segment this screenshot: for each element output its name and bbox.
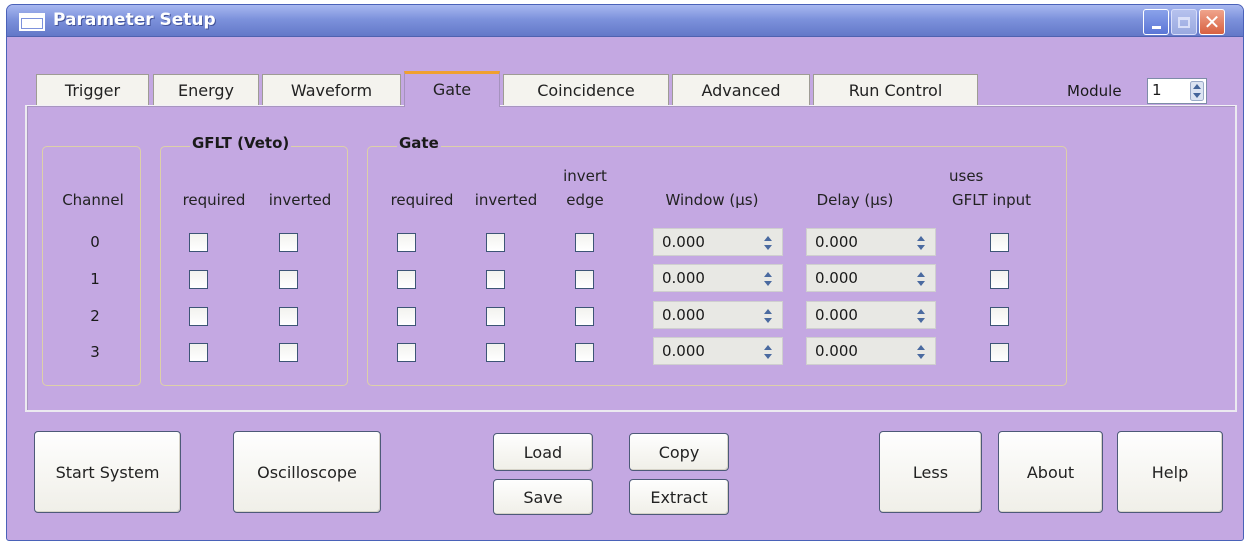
delay-spinner[interactable]: 0.000 <box>806 337 936 365</box>
gflt-inverted-checkbox[interactable] <box>279 343 298 362</box>
gflt-inverted-header: inverted <box>268 191 332 209</box>
module-label: Module <box>1067 82 1122 100</box>
uses-gflt-header-line2: GFLT input <box>952 191 1032 209</box>
gflt-inverted-checkbox[interactable] <box>279 233 298 252</box>
spinner-arrows-icon[interactable] <box>1190 81 1204 101</box>
window-value[interactable]: 0.000 <box>662 306 705 324</box>
gflt-required-checkbox[interactable] <box>189 270 208 289</box>
gate-required-header: required <box>390 191 454 209</box>
window-spinner[interactable]: 0.000 <box>653 301 783 329</box>
tab-gate[interactable]: Gate <box>404 71 500 107</box>
uses-gflt-input-checkbox[interactable] <box>990 270 1009 289</box>
oscilloscope-button[interactable]: Oscilloscope <box>233 431 381 513</box>
maximize-button <box>1171 9 1197 35</box>
gflt-inverted-checkbox[interactable] <box>279 270 298 289</box>
gate-inverted-checkbox[interactable] <box>486 343 505 362</box>
module-value[interactable]: 1 <box>1152 81 1162 99</box>
title-bar[interactable]: Parameter Setup ✕ <box>7 5 1243 37</box>
spinner-arrows-icon[interactable] <box>915 342 927 362</box>
window-spinner[interactable]: 0.000 <box>653 264 783 292</box>
gate-inverted-checkbox[interactable] <box>486 270 505 289</box>
spinner-arrows-icon[interactable] <box>762 306 774 326</box>
gate-required-checkbox[interactable] <box>397 270 416 289</box>
tab-advanced[interactable]: Advanced <box>672 74 810 106</box>
uses-gflt-input-checkbox[interactable] <box>990 343 1009 362</box>
uses-gflt-input-checkbox[interactable] <box>990 307 1009 326</box>
uses-gflt-input-checkbox[interactable] <box>990 233 1009 252</box>
delay-value[interactable]: 0.000 <box>815 269 858 287</box>
delay-value[interactable]: 0.000 <box>815 342 858 360</box>
delay-spinner[interactable]: 0.000 <box>806 228 936 256</box>
gate-required-checkbox[interactable] <box>397 343 416 362</box>
invert-edge-header-line2: edge <box>566 191 604 209</box>
window-spinner[interactable]: 0.000 <box>653 337 783 365</box>
gate-group-title: Gate <box>397 134 441 152</box>
channel-header: Channel <box>62 191 124 209</box>
minimize-icon <box>1151 25 1161 29</box>
invert-edge-checkbox[interactable] <box>575 343 594 362</box>
spinner-arrows-icon[interactable] <box>915 269 927 289</box>
invert-edge-checkbox[interactable] <box>575 270 594 289</box>
delay-spinner[interactable]: 0.000 <box>806 264 936 292</box>
gflt-required-checkbox[interactable] <box>189 343 208 362</box>
spinner-arrows-icon[interactable] <box>762 269 774 289</box>
window-value[interactable]: 0.000 <box>662 269 705 287</box>
channel-label: 3 <box>90 343 100 361</box>
window-spinner[interactable]: 0.000 <box>653 228 783 256</box>
about-button[interactable]: About <box>998 431 1103 513</box>
tab-energy[interactable]: Energy <box>153 74 259 106</box>
channel-label: 1 <box>90 270 100 288</box>
help-button[interactable]: Help <box>1117 431 1223 513</box>
start-system-button[interactable]: Start System <box>34 431 181 513</box>
delay-value[interactable]: 0.000 <box>815 306 858 324</box>
gflt-required-checkbox[interactable] <box>189 307 208 326</box>
tab-waveform[interactable]: Waveform <box>262 74 401 106</box>
invert-edge-checkbox[interactable] <box>575 307 594 326</box>
gflt-group-title: GFLT (Veto) <box>190 134 292 152</box>
extract-button[interactable]: Extract <box>629 479 729 515</box>
window-header: Window (µs) <box>665 191 759 209</box>
window-value[interactable]: 0.000 <box>662 233 705 251</box>
gate-required-checkbox[interactable] <box>397 233 416 252</box>
close-button[interactable]: ✕ <box>1199 9 1225 35</box>
gate-inverted-header: inverted <box>474 191 538 209</box>
module-spinner[interactable]: 1 <box>1147 78 1207 104</box>
channel-label: 0 <box>90 233 100 251</box>
less-button[interactable]: Less <box>879 431 982 513</box>
delay-value[interactable]: 0.000 <box>815 233 858 251</box>
gflt-required-checkbox[interactable] <box>189 233 208 252</box>
gate-inverted-checkbox[interactable] <box>486 233 505 252</box>
channel-label: 2 <box>90 307 100 325</box>
invert-edge-header-line1: invert <box>563 167 607 185</box>
window-value[interactable]: 0.000 <box>662 342 705 360</box>
close-icon: ✕ <box>1203 10 1221 34</box>
delay-spinner[interactable]: 0.000 <box>806 301 936 329</box>
tab-trigger[interactable]: Trigger <box>36 74 149 106</box>
spinner-arrows-icon[interactable] <box>762 233 774 253</box>
uses-gflt-header-line1: uses <box>949 167 984 185</box>
save-button[interactable]: Save <box>493 479 593 515</box>
gate-required-checkbox[interactable] <box>397 307 416 326</box>
spinner-arrows-icon[interactable] <box>915 233 927 253</box>
tab-coincidence[interactable]: Coincidence <box>503 74 669 106</box>
parameter-setup-window: Parameter Setup ✕ Trigger Energy Wavefor… <box>6 4 1244 541</box>
copy-button[interactable]: Copy <box>629 433 729 471</box>
gflt-inverted-checkbox[interactable] <box>279 307 298 326</box>
window-icon <box>19 13 45 31</box>
delay-header: Delay (µs) <box>816 191 894 209</box>
gate-inverted-checkbox[interactable] <box>486 307 505 326</box>
load-button[interactable]: Load <box>493 433 593 471</box>
window-title: Parameter Setup <box>53 10 216 30</box>
spinner-arrows-icon[interactable] <box>915 306 927 326</box>
tab-run-control[interactable]: Run Control <box>813 74 978 106</box>
maximize-icon <box>1178 16 1190 28</box>
invert-edge-checkbox[interactable] <box>575 233 594 252</box>
gflt-required-header: required <box>182 191 246 209</box>
minimize-button[interactable] <box>1143 9 1169 35</box>
spinner-arrows-icon[interactable] <box>762 342 774 362</box>
